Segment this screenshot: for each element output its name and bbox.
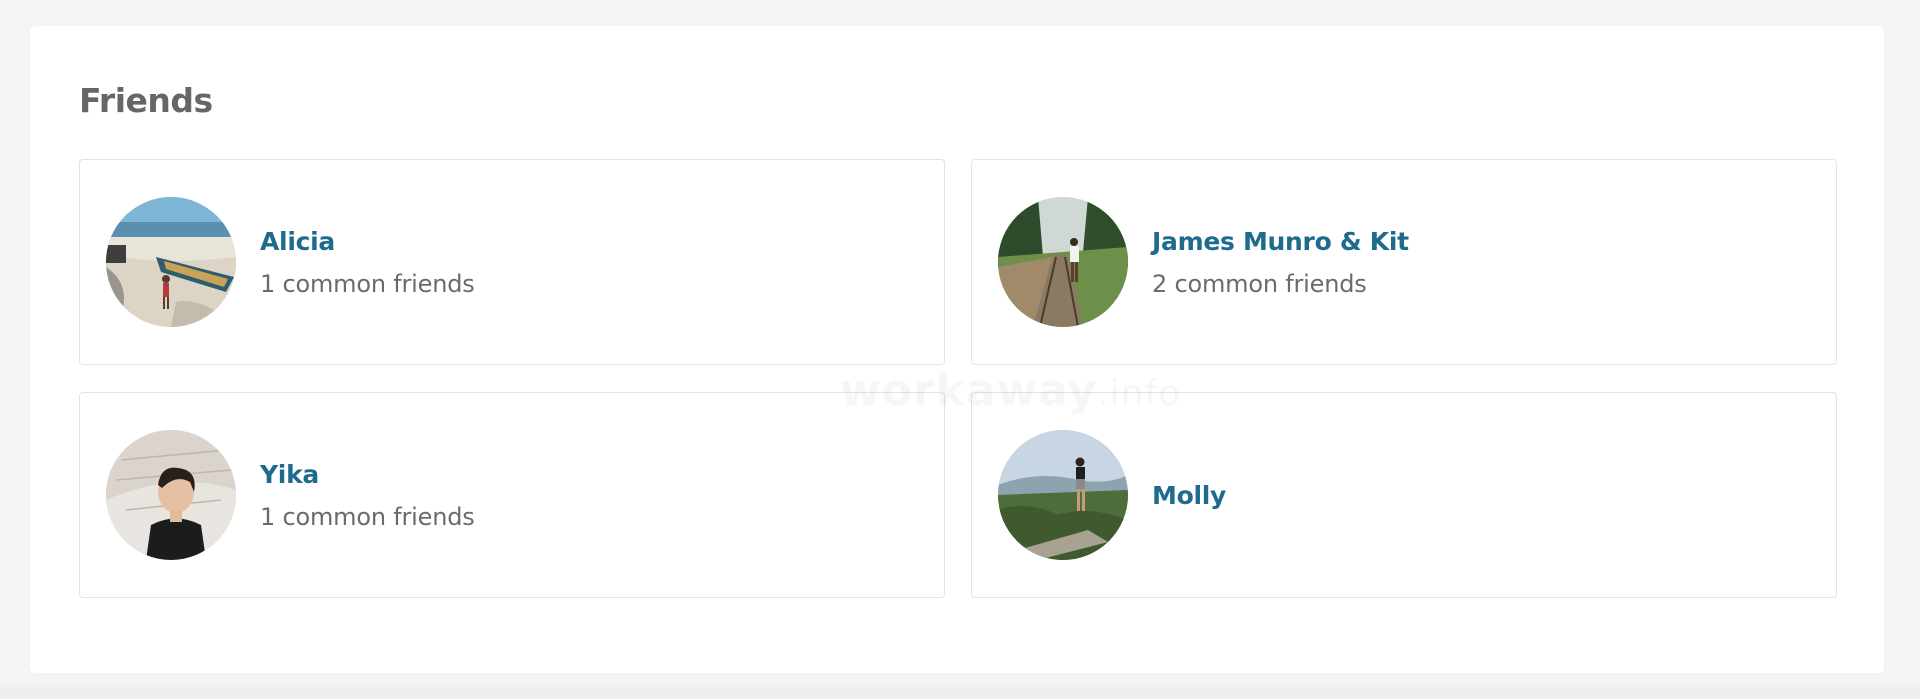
friend-info: Molly — [1152, 393, 1226, 597]
friend-info: Alicia 1 common friends — [260, 160, 475, 364]
friend-name-link[interactable]: Yika — [260, 460, 475, 489]
friend-card-molly[interactable]: Molly — [971, 392, 1837, 598]
friend-name-link[interactable]: James Munro & Kit — [1152, 227, 1409, 256]
common-friends-count: 2 common friends — [1152, 269, 1367, 298]
friend-info: Yika 1 common friends — [260, 393, 475, 597]
friends-panel: Friends Alicia 1 common friends James Mu… — [30, 26, 1884, 673]
friend-avatar[interactable] — [106, 430, 236, 560]
friend-name-link[interactable]: Molly — [1152, 481, 1226, 510]
section-title: Friends — [79, 81, 213, 120]
hilltop-photo-icon — [998, 430, 1128, 560]
friend-info: James Munro & Kit 2 common friends — [1152, 160, 1409, 364]
railway-photo-icon — [998, 197, 1128, 327]
common-friends-count: 1 common friends — [260, 269, 475, 298]
friend-card-alicia[interactable]: Alicia 1 common friends — [79, 159, 945, 365]
friend-avatar[interactable] — [998, 430, 1128, 560]
page-bottom-strip — [0, 684, 1920, 699]
beach-photo-icon — [106, 197, 236, 327]
friend-card-james-munro-kit[interactable]: James Munro & Kit 2 common friends — [971, 159, 1837, 365]
friend-name-link[interactable]: Alicia — [260, 227, 475, 256]
common-friends-count: 1 common friends — [260, 502, 475, 531]
friend-card-yika[interactable]: Yika 1 common friends — [79, 392, 945, 598]
portrait-photo-icon — [106, 430, 236, 560]
friend-avatar[interactable] — [106, 197, 236, 327]
friend-avatar[interactable] — [998, 197, 1128, 327]
